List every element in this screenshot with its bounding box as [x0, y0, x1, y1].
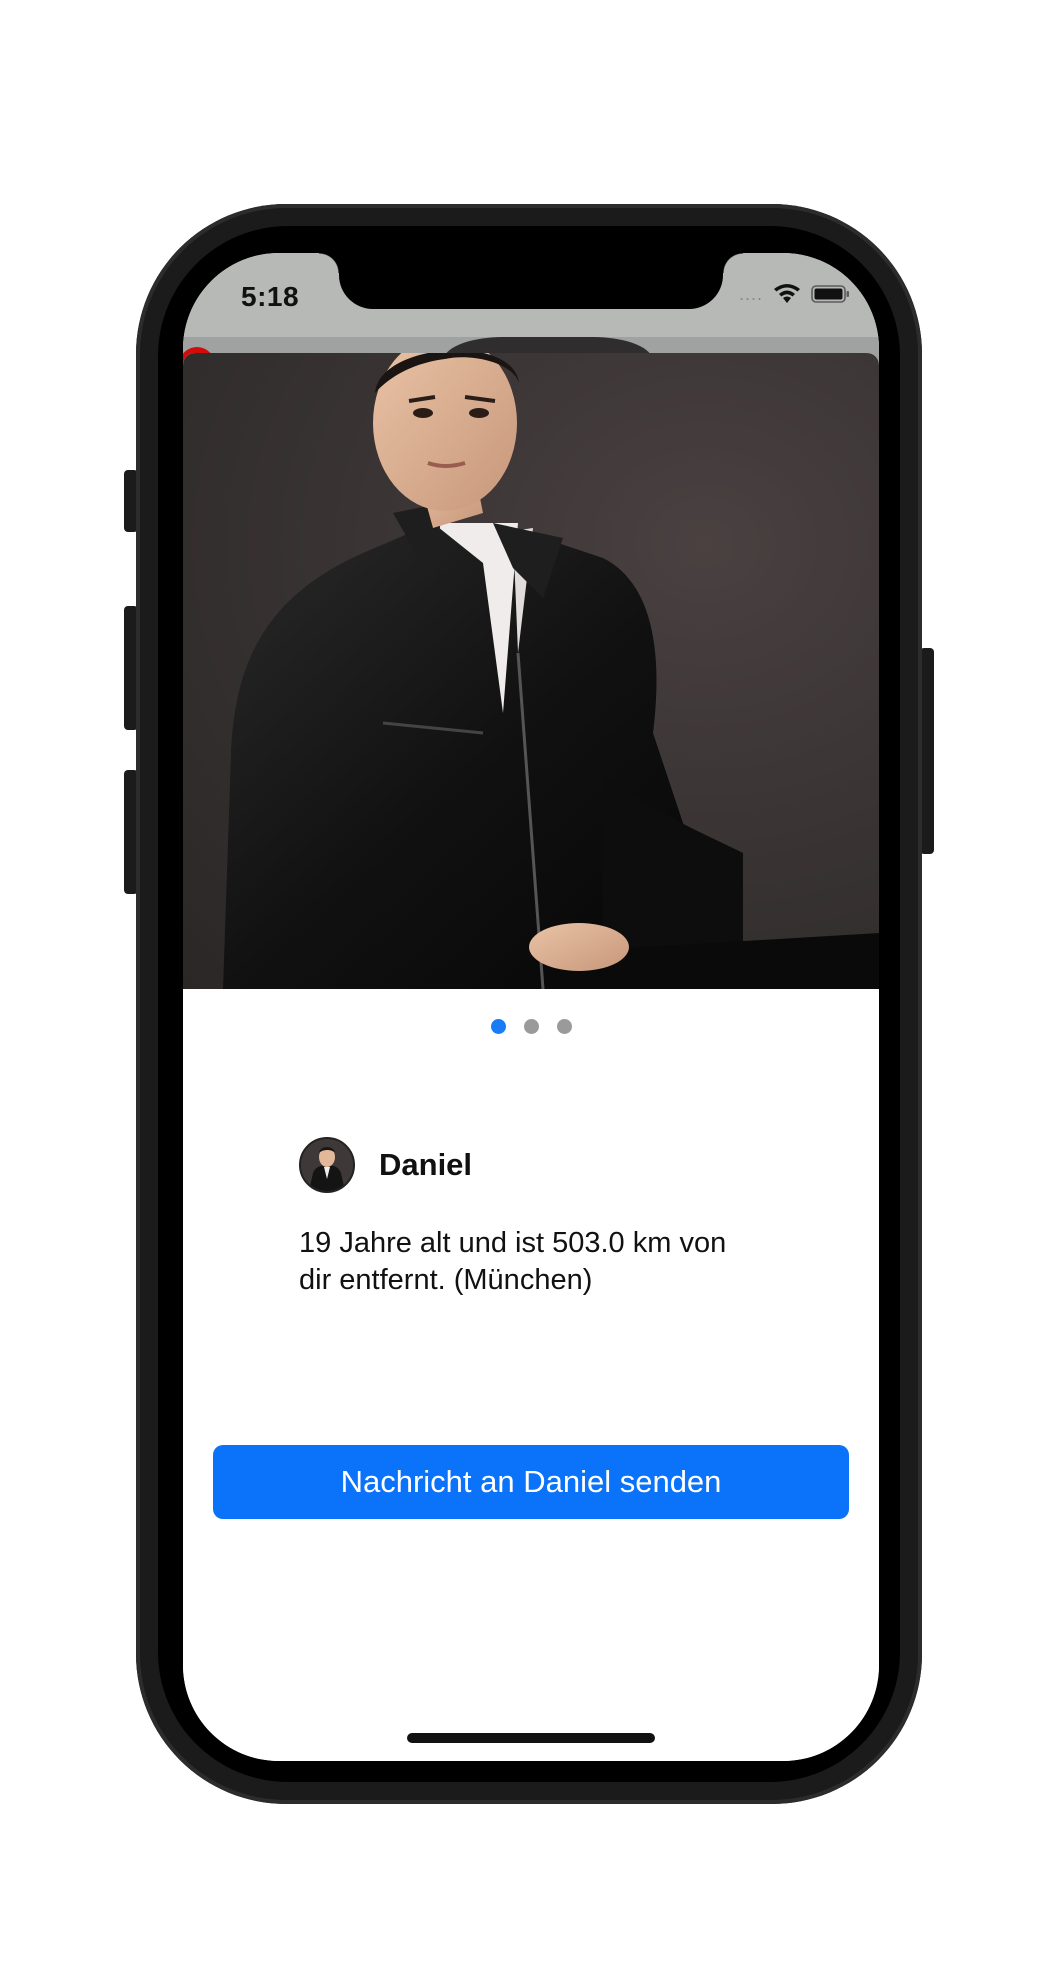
page-dot-3[interactable]: [556, 1019, 572, 1034]
battery-icon: [811, 285, 849, 303]
profile-card[interactable]: Daniel 19 Jahre alt und ist 503.0 km von…: [183, 353, 879, 1761]
profile-photo[interactable]: [183, 353, 879, 990]
page-dot-2[interactable]: [523, 1019, 539, 1034]
status-icons: ....: [739, 283, 851, 305]
avatar[interactable]: [299, 1137, 355, 1193]
profile-photo-illustration: [223, 353, 879, 990]
page-dot-1[interactable]: [490, 1019, 506, 1034]
status-time: 5:18: [241, 281, 300, 312]
phone-notch: [319, 253, 743, 309]
send-message-button[interactable]: Nachricht an Daniel senden: [213, 1445, 849, 1519]
carousel-page-indicator[interactable]: [183, 1019, 879, 1034]
phone-screen: Daniel 19 Jahre alt und ist 503.0 km von…: [183, 253, 879, 1761]
wifi-icon: [774, 284, 800, 303]
power-button: [920, 648, 934, 854]
cellular-signal-icon: ....: [738, 284, 763, 304]
home-indicator[interactable]: [407, 1733, 655, 1743]
profile-header: Daniel: [299, 1137, 472, 1193]
profile-bio: 19 Jahre alt und ist 503.0 km von dir en…: [299, 1227, 727, 1296]
avatar-image: [301, 1139, 353, 1191]
profile-name: Daniel: [379, 1147, 473, 1182]
